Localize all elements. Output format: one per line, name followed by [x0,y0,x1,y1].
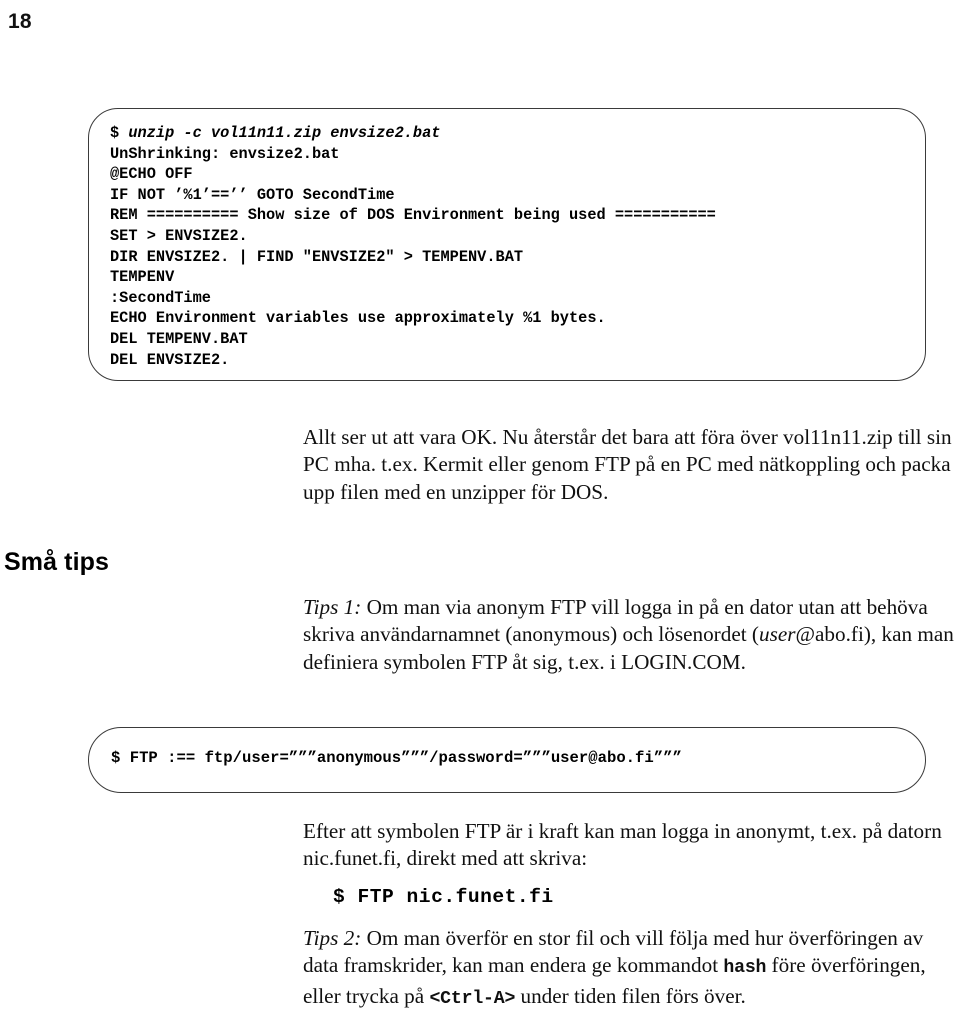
code-line: IF NOT ’%1’==’’ GOTO SecondTime [110,185,395,204]
tips2-text-part3: under tiden filen förs över. [515,983,746,1008]
tips2-paragraph: Tips 2: Om man överför en stor fil och v… [303,925,960,1013]
intro-paragraph-container: Allt ser ut att vara OK. Nu återstår det… [303,424,960,506]
code-line: ECHO Environment variables use approxima… [110,309,606,328]
code-block-ftp-symbol: $ FTP :== ftp/user=”””anonymous”””/passw… [88,727,926,793]
code-line: DEL TEMPENV.BAT [110,329,248,348]
code-line: REM ========== Show size of DOS Environm… [110,206,716,225]
tips2-command-hash: hash [723,958,767,979]
code-block-2-line: $ FTP :== ftp/user=”””anonymous”””/passw… [111,749,682,767]
code-line-prompt: $ [110,124,129,142]
code-line: DEL ENVSIZE2. [110,350,230,369]
tips2-label: Tips 2: [303,926,362,950]
after-paragraph-container: Efter att symbolen FTP är i kraft kan ma… [303,818,960,873]
code-line: TEMPENV [110,268,175,287]
code-line-command: unzip -c vol11n11.zip envsize2.bat [128,124,441,142]
code-line: DIR ENVSIZE2. | FIND "ENVSIZE2" > TEMPEN… [110,247,524,266]
tips1-paragraph: Tips 1: Om man via anonym FTP vill logga… [303,594,960,676]
tips1-user-token: user [758,622,796,647]
page-number: 18 [8,10,32,33]
section-heading: Små tips [4,548,109,576]
intro-paragraph: Allt ser ut att vara OK. Nu återstår det… [303,425,952,504]
code-line: UnShrinking: envsize2.bat [110,144,340,163]
tips2-paragraph-container: Tips 2: Om man överför en stor fil och v… [303,925,960,1013]
after-paragraph: Efter att symbolen FTP är i kraft kan ma… [303,819,942,871]
document-page: 18 $ unzip -c vol11n11.zip envsize2.bat … [0,0,960,1033]
code-line: SET > ENVSIZE2. [110,226,248,245]
code-line: :SecondTime [110,288,211,307]
tips2-keystroke-ctrl-a: <Ctrl-A> [429,988,516,1009]
code-block-1-lines: $ unzip -c vol11n11.zip envsize2.bat UnS… [110,123,716,370]
code-block-output: $ unzip -c vol11n11.zip envsize2.bat UnS… [88,108,926,381]
tips1-label: Tips 1: [303,595,362,619]
inline-command: $ FTP nic.funet.fi [333,886,554,908]
code-line: @ECHO OFF [110,165,193,184]
tips1-paragraph-container: Tips 1: Om man via anonym FTP vill logga… [303,594,960,676]
